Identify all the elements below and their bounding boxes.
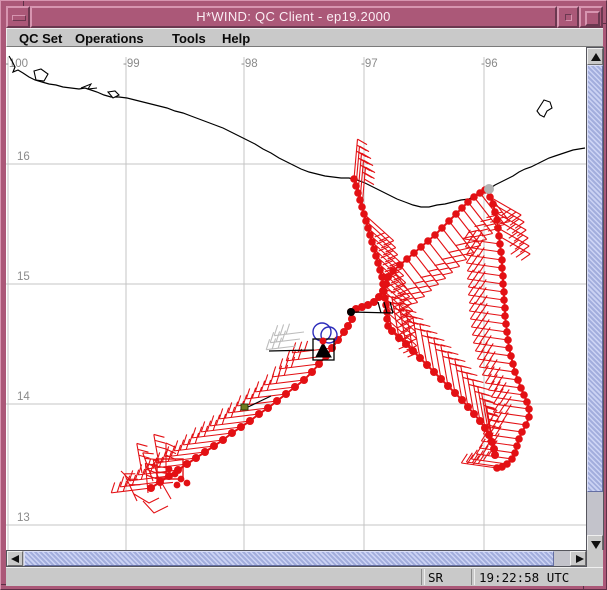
svg-text:14: 14 xyxy=(17,391,30,403)
window-menu-button[interactable] xyxy=(6,6,30,28)
status-bar: SR 19:22:58 UTC xyxy=(6,567,603,586)
svg-text:-98: -98 xyxy=(241,58,258,70)
window-frame: H*WIND: QC Client - ep19.2000 QC Set Ope… xyxy=(0,0,607,590)
scroll-left-button[interactable] xyxy=(7,551,23,566)
window-title: H*WIND: QC Client - ep19.2000 xyxy=(30,6,557,28)
window-menu-dash-icon xyxy=(12,15,26,21)
scroll-right-button[interactable] xyxy=(570,551,586,566)
menu-help[interactable]: Help xyxy=(222,30,250,47)
status-separator xyxy=(421,569,425,585)
axis-labels: -100 -99 -98 -97 -96 16 15 14 13 xyxy=(6,58,498,524)
status-clock: 19:22:58 UTC xyxy=(479,569,569,586)
status-sr-label: SR xyxy=(428,569,443,586)
up-arrow-icon xyxy=(591,53,601,61)
svg-text:-97: -97 xyxy=(361,58,378,70)
vertical-scrollbar[interactable] xyxy=(586,47,604,550)
coastline xyxy=(9,56,585,207)
scrollbar-corner xyxy=(587,550,603,567)
maximize-button[interactable] xyxy=(579,6,603,28)
lat-lon-grid xyxy=(6,57,586,550)
maximize-icon xyxy=(585,11,600,26)
horizontal-scrollbar[interactable] xyxy=(6,550,587,567)
svg-text:-100: -100 xyxy=(6,58,28,70)
gray-observation-dot xyxy=(484,184,494,194)
qc-map-canvas[interactable]: -100 -99 -98 -97 -96 16 15 14 13 xyxy=(6,47,586,550)
svg-text:13: 13 xyxy=(17,512,30,524)
right-arrow-icon xyxy=(576,555,584,563)
menu-operations[interactable]: Operations xyxy=(75,30,144,47)
svg-text:16: 16 xyxy=(17,151,30,163)
horizontal-scroll-thumb[interactable] xyxy=(24,551,554,566)
track-north-leg xyxy=(350,139,418,357)
menu-bar: QC Set Operations Tools Help xyxy=(6,28,603,47)
minimize-icon xyxy=(565,14,572,21)
scroll-up-button[interactable] xyxy=(587,48,603,65)
scroll-down-button[interactable] xyxy=(587,535,603,551)
down-arrow-icon xyxy=(591,541,601,549)
map-viewport[interactable]: -100 -99 -98 -97 -96 16 15 14 13 xyxy=(6,47,586,550)
menu-qc-set[interactable]: QC Set xyxy=(19,30,62,47)
svg-text:15: 15 xyxy=(17,271,30,283)
svg-text:-99: -99 xyxy=(123,58,140,70)
green-marker xyxy=(241,404,248,410)
vertical-scroll-thumb[interactable] xyxy=(587,65,603,492)
minimize-button[interactable] xyxy=(557,6,579,28)
title-bar[interactable]: H*WIND: QC Client - ep19.2000 xyxy=(6,6,603,28)
status-separator xyxy=(471,569,475,585)
left-arrow-icon xyxy=(11,555,19,563)
gray-wind-barbs xyxy=(266,324,304,350)
menu-tools[interactable]: Tools xyxy=(172,30,206,47)
svg-text:-96: -96 xyxy=(481,58,498,70)
